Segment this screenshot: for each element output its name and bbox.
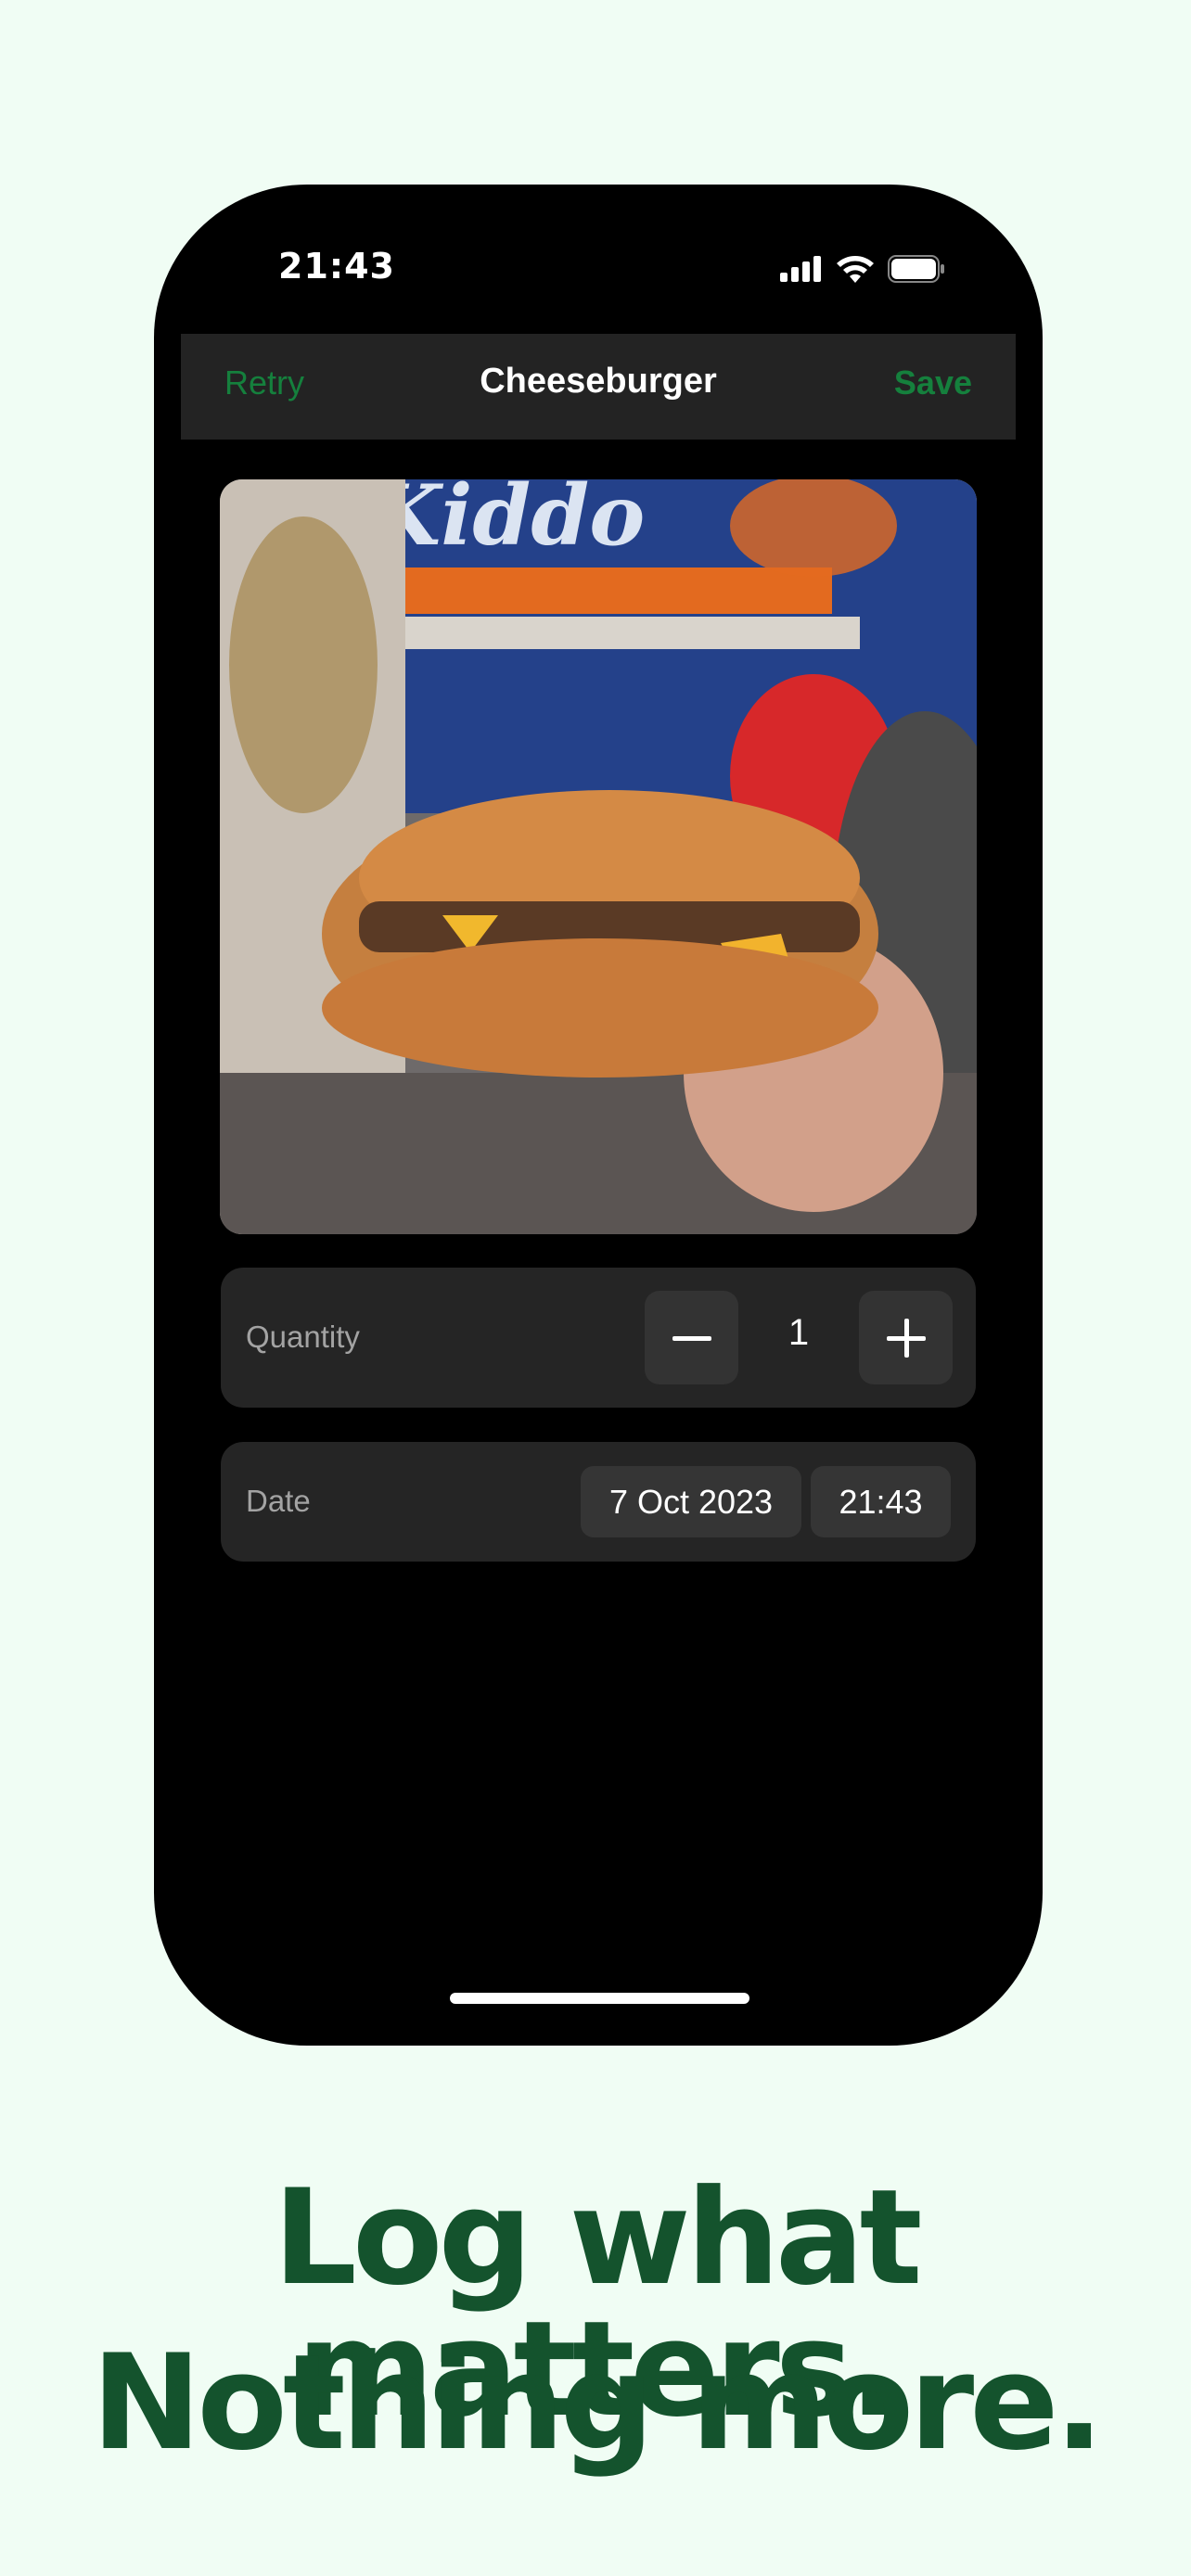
date-card: Date 7 Oct 2023 21:43 [221, 1442, 976, 1562]
status-time: 21:43 [278, 246, 395, 287]
quantity-label: Quantity [246, 1320, 360, 1354]
cellular-signal-icon [780, 256, 821, 282]
date-label: Date [246, 1484, 311, 1518]
tagline-line-2: Nothing more. [91, 2327, 1104, 2480]
phone-frame: 21:43 Retry Cheeseburger Save Kiddo Quan… [154, 185, 1043, 2046]
home-indicator[interactable] [450, 1993, 749, 2004]
time-picker[interactable]: 21:43 [811, 1466, 951, 1537]
quantity-card: Quantity 1 [221, 1268, 976, 1408]
plus-icon [886, 1318, 926, 1358]
status-icons [780, 255, 945, 283]
battery-icon [888, 255, 944, 283]
navigation-bar: Retry Cheeseburger Save [181, 334, 1016, 440]
food-photo: Kiddo [220, 479, 977, 1234]
quantity-value: 1 [788, 1312, 810, 1353]
page-title: Cheeseburger [480, 362, 717, 401]
increment-button[interactable] [859, 1291, 953, 1384]
save-button[interactable]: Save [894, 363, 972, 402]
minus-icon [672, 1335, 711, 1341]
date-picker[interactable]: 7 Oct 2023 [581, 1466, 801, 1537]
cheeseburger-image: Kiddo [220, 479, 977, 1234]
decrement-button[interactable] [645, 1291, 738, 1384]
svg-text:Kiddo: Kiddo [365, 479, 645, 565]
wifi-icon [837, 256, 874, 283]
